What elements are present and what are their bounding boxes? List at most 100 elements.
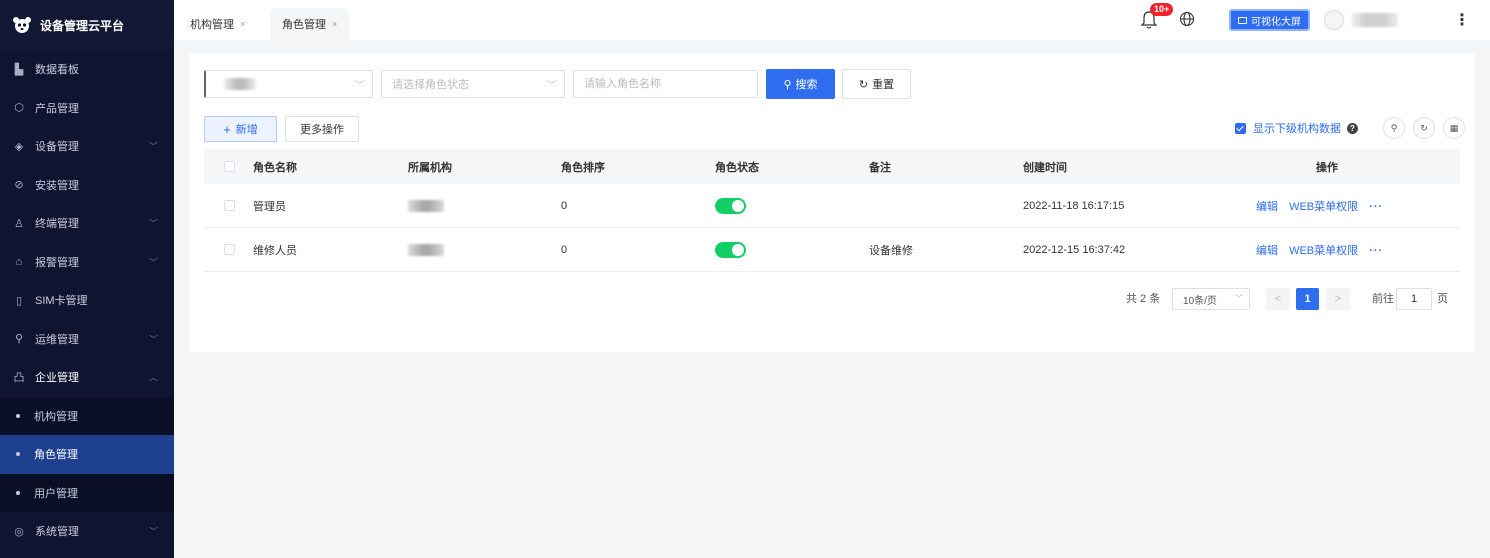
- search-button[interactable]: ⚲ 搜索: [766, 69, 835, 99]
- table-row[interactable]: 维修人员 0 设备维修 2022-12-15 16:37:42 编辑 WEB菜单…: [204, 228, 1460, 272]
- column-header: 角色排序: [561, 161, 605, 174]
- page-size-select[interactable]: 10条/页 ﹀: [1172, 288, 1250, 310]
- sidebar-item-label: 数据看板: [35, 64, 79, 77]
- edit-link[interactable]: 编辑: [1256, 201, 1278, 213]
- sidebar-item-org-management[interactable]: 机构管理: [0, 396, 174, 435]
- reset-button[interactable]: ↻ 重置: [842, 69, 911, 99]
- org-cell: [408, 243, 561, 256]
- tab-label: 角色管理: [282, 19, 326, 31]
- edit-link[interactable]: 编辑: [1256, 245, 1278, 257]
- bullet-icon: [16, 490, 20, 495]
- toggle-search-icon[interactable]: ⚲: [1383, 117, 1405, 139]
- role-sort: 0: [561, 199, 568, 212]
- refresh-icon[interactable]: ↻: [1413, 117, 1435, 139]
- columns-icon[interactable]: ▦: [1443, 117, 1465, 139]
- roles-table: 角色名称 所属机构 角色排序 角色状态 备注 创建时间 操作 管理员 0 202…: [204, 149, 1460, 272]
- role-name-input[interactable]: [573, 70, 758, 98]
- sidebar-item-role-management[interactable]: 角色管理: [0, 435, 174, 474]
- show-sub-label: 显示下级机构数据: [1253, 123, 1341, 135]
- more-ops-icon[interactable]: ···: [1369, 245, 1383, 257]
- prev-page-button[interactable]: <: [1266, 288, 1290, 310]
- question-icon[interactable]: ?: [1347, 122, 1358, 134]
- column-header: 备注: [869, 161, 891, 174]
- settings-icon: ◎: [14, 525, 24, 538]
- sidebar-item-sim[interactable]: ▯ SIM卡管理: [0, 281, 174, 320]
- username-redacted[interactable]: [1352, 13, 1398, 27]
- sidebar-item-system[interactable]: ◎ 系统管理 ﹀: [0, 512, 174, 551]
- compass-icon: ⊘: [14, 179, 24, 192]
- sidebar-item-products[interactable]: ⬡ 产品管理: [0, 89, 174, 128]
- goto-prefix: 前往: [1372, 293, 1394, 305]
- org-select[interactable]: ﹀: [204, 70, 373, 98]
- org-redacted: [408, 199, 444, 212]
- tab-org-management[interactable]: 机构管理 ×: [178, 8, 257, 40]
- layers-icon: ◈: [14, 140, 24, 153]
- more-vertical-icon[interactable]: ⋮: [1454, 10, 1470, 30]
- bigscreen-button[interactable]: 可视化大屏: [1229, 9, 1310, 31]
- app-title: 设备管理云平台: [40, 18, 125, 33]
- sidebar-item-user-management[interactable]: 用户管理: [0, 473, 174, 512]
- sidebar-item-terminals[interactable]: ♙ 终端管理 ﹀: [0, 204, 174, 243]
- chevron-down-icon: ﹀: [148, 141, 158, 152]
- more-ops-icon[interactable]: ···: [1369, 201, 1383, 213]
- ops-cell: 编辑 WEB菜单权限 ···: [1210, 198, 1460, 214]
- table-row[interactable]: 管理员 0 2022-11-18 16:17:15 编辑 WEB菜单权限 ···: [204, 184, 1460, 228]
- refresh-icon: ↻: [858, 78, 869, 91]
- chevron-down-icon: ﹀: [148, 218, 158, 229]
- org-cell: [408, 199, 561, 212]
- monitor-icon: [1238, 16, 1247, 24]
- wrench-icon: ⚲: [14, 333, 24, 346]
- next-page-button[interactable]: >: [1326, 288, 1350, 310]
- web-menu-permission-link[interactable]: WEB菜单权限: [1289, 245, 1358, 257]
- show-sub-org-checkbox[interactable]: 显示下级机构数据 ?: [1235, 120, 1358, 136]
- sidebar-item-alarms[interactable]: ⌂ 报警管理 ﹀: [0, 243, 174, 282]
- checkbox-checked-icon[interactable]: [1235, 122, 1246, 134]
- sidebar-item-label: 系统管理: [35, 526, 79, 539]
- chevron-down-icon: ﹀: [148, 334, 158, 345]
- brand: 设备管理云平台: [0, 0, 174, 50]
- sidebar-item-label: 产品管理: [35, 102, 79, 115]
- globe-icon[interactable]: [1179, 11, 1195, 27]
- goto-page-input[interactable]: [1396, 288, 1432, 310]
- close-icon[interactable]: ×: [240, 19, 245, 29]
- select-all-checkbox[interactable]: [224, 161, 235, 172]
- sidebar-item-enterprise[interactable]: 凸 企业管理 ︿: [0, 358, 174, 397]
- top-bar: 机构管理 × 角色管理 × 10+ 可视化大屏 ⋮: [174, 0, 1490, 40]
- status-switch[interactable]: [715, 197, 746, 214]
- sim-card-icon: ▯: [15, 294, 23, 307]
- tab-label: 机构管理: [190, 19, 234, 31]
- reset-label: 重置: [872, 79, 895, 91]
- sidebar-item-install[interactable]: ⊘ 安装管理: [0, 166, 174, 205]
- close-icon[interactable]: ×: [332, 19, 337, 29]
- tab-role-management[interactable]: 角色管理 ×: [270, 8, 350, 40]
- panda-logo-icon: [12, 15, 32, 35]
- sidebar-item-devices[interactable]: ◈ 设备管理 ﹀: [0, 127, 174, 166]
- status-switch[interactable]: [715, 241, 746, 258]
- sidebar-item-maintenance[interactable]: ⚲ 运维管理 ﹀: [0, 320, 174, 359]
- sidebar-item-label: 设备管理: [35, 141, 79, 154]
- role-name: 管理员: [253, 200, 286, 213]
- sidebar-item-dashboard[interactable]: ▙ 数据看板: [0, 50, 174, 89]
- sidebar-item-label: 运维管理: [35, 333, 79, 346]
- alarm-icon: ⌂: [15, 255, 23, 268]
- table-header: 角色名称 所属机构 角色排序 角色状态 备注 创建时间 操作: [204, 149, 1460, 184]
- sidebar-item-label: SIM卡管理: [35, 295, 88, 308]
- web-menu-permission-link[interactable]: WEB菜单权限: [1289, 201, 1358, 213]
- row-checkbox[interactable]: [224, 244, 235, 255]
- column-header: 操作: [1316, 161, 1338, 174]
- role-remark: 设备维修: [869, 244, 913, 257]
- status-cell: [715, 197, 869, 214]
- column-header: 所属机构: [408, 161, 452, 174]
- goto-suffix: 页: [1437, 293, 1448, 305]
- role-status-select[interactable]: 请选择角色状态 ﹀: [381, 70, 565, 98]
- column-header: 角色名称: [253, 161, 297, 174]
- row-checkbox-cell: [204, 200, 253, 211]
- more-actions-button[interactable]: 更多操作: [285, 116, 359, 142]
- bigscreen-label: 可视化大屏: [1251, 16, 1301, 28]
- avatar[interactable]: [1324, 10, 1344, 30]
- row-checkbox[interactable]: [224, 200, 235, 211]
- page-number-current[interactable]: 1: [1296, 288, 1319, 310]
- add-button[interactable]: + 新增: [204, 116, 277, 142]
- org-redacted: [408, 243, 444, 256]
- sidebar-item-label: 报警管理: [35, 256, 79, 269]
